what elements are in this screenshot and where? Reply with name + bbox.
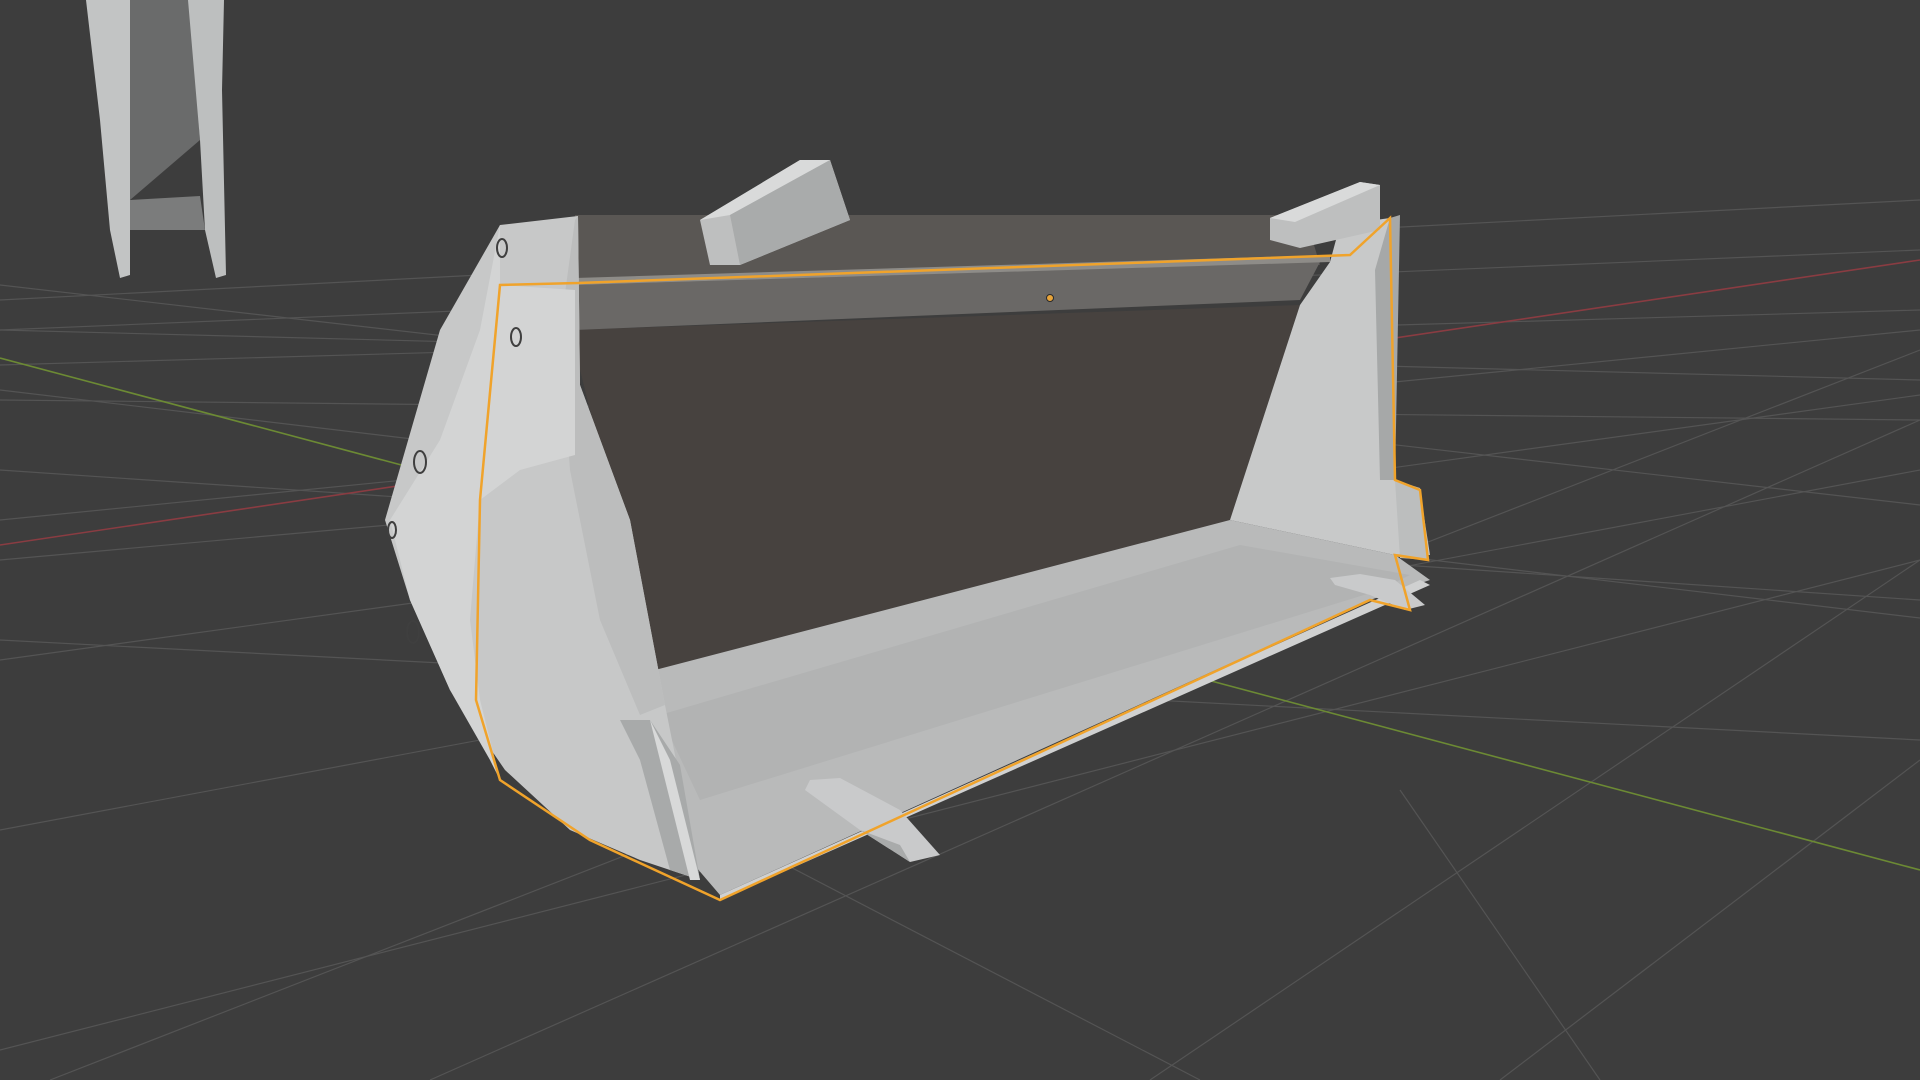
object-origin-dot xyxy=(1046,294,1054,302)
3d-viewport[interactable] xyxy=(0,0,1920,1080)
